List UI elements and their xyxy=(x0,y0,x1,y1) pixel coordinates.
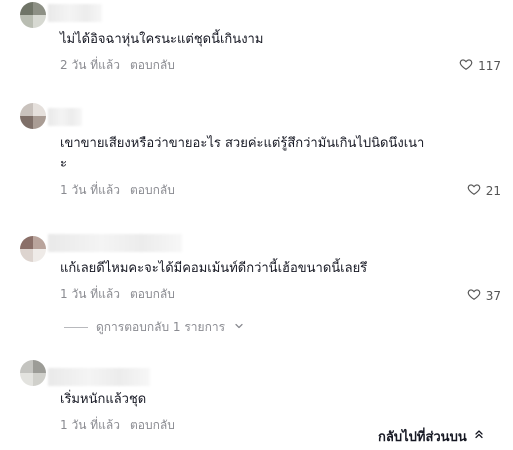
username-blurred[interactable] xyxy=(48,234,182,252)
view-replies-button[interactable]: ดูการตอบกลับ 1 รายการ xyxy=(64,318,245,337)
comment-meta: 2 วัน ที่แล้ว ตอบกลับ xyxy=(60,56,175,75)
avatar[interactable] xyxy=(20,2,46,28)
like-button[interactable]: 21 xyxy=(467,182,501,199)
view-replies-label: ดูการตอบกลับ 1 รายการ xyxy=(96,320,226,334)
reply-button[interactable]: ตอบกลับ xyxy=(130,416,175,435)
back-to-top-label: กลับไปที่ส่วนบน xyxy=(378,429,467,445)
comment-text: ไม่ได้อิจฉาหุ่นใครนะแต่ชุดนี้เกินงาม xyxy=(60,32,264,47)
username-blurred[interactable] xyxy=(48,4,102,22)
like-count: 117 xyxy=(478,58,501,73)
reply-button[interactable]: ตอบกลับ xyxy=(130,285,175,304)
reply-button[interactable]: ตอบกลับ xyxy=(130,181,175,200)
comment-time: 1 วัน ที่แล้ว xyxy=(60,183,120,197)
like-button[interactable]: 117 xyxy=(459,57,501,74)
comment-meta: 1 วัน ที่แล้ว ตอบกลับ xyxy=(60,416,175,435)
heart-icon xyxy=(459,57,473,74)
avatar[interactable] xyxy=(20,236,46,262)
reply-button[interactable]: ตอบกลับ xyxy=(130,56,175,75)
comment-meta: 1 วัน ที่แล้ว ตอบกลับ xyxy=(60,285,175,304)
comment-text: เริ่มหนักแล้วชุด xyxy=(60,392,147,407)
username-blurred[interactable] xyxy=(48,108,82,126)
like-count: 37 xyxy=(485,288,501,303)
comment-meta: 1 วัน ที่แล้ว ตอบกลับ xyxy=(60,181,175,200)
avatar[interactable] xyxy=(20,103,46,129)
like-count: 21 xyxy=(485,183,501,198)
chevron-down-icon xyxy=(233,320,245,335)
double-chevron-up-icon xyxy=(473,428,485,444)
comment-time: 2 วัน ที่แล้ว xyxy=(60,58,120,72)
comment-time: 1 วัน ที่แล้ว xyxy=(60,287,120,301)
comment-text: เขาขายเสียงหรือว่าขายอะไร สวยค่ะแต่รู้สึ… xyxy=(60,136,425,171)
username-blurred[interactable] xyxy=(48,368,150,386)
back-to-top-button[interactable]: กลับไปที่ส่วนบน xyxy=(368,424,495,448)
avatar[interactable] xyxy=(20,360,46,386)
divider-line xyxy=(64,327,88,328)
comment-text: แก้เลยดีไหมคะจะได้มีคอมเม้นท์ดีกว่านี้เฮ… xyxy=(60,261,368,276)
heart-icon xyxy=(467,287,481,304)
like-button[interactable]: 37 xyxy=(467,287,501,304)
comment-time: 1 วัน ที่แล้ว xyxy=(60,418,120,432)
heart-icon xyxy=(467,182,481,199)
